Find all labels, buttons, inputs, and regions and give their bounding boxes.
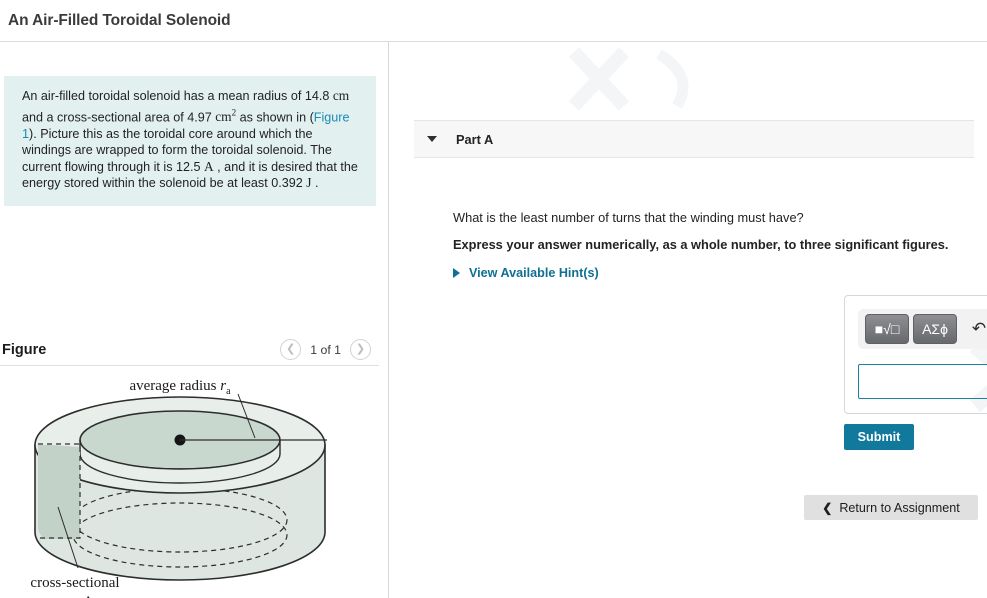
answer-input[interactable]	[858, 364, 987, 399]
return-label: Return to Assignment	[839, 500, 960, 515]
area-annotation-line2: area Aa	[54, 594, 97, 598]
figure-label: Figure	[2, 341, 47, 358]
footer-watermark-graphic	[568, 47, 689, 111]
part-a-header[interactable]: Part A	[414, 120, 974, 158]
question-text: What is the least number of turns that t…	[453, 210, 804, 225]
figure-prev-button[interactable]: ❮	[280, 339, 302, 360]
unit-cm-squared: cm2	[215, 108, 236, 125]
left-panel: An air-filled toroidal solenoid has a me…	[0, 42, 389, 598]
body-columns: An air-filled toroidal solenoid has a me…	[0, 42, 987, 598]
problem-text-2: and a cross-sectional area of 4.97	[22, 110, 216, 125]
caret-down-icon[interactable]	[427, 136, 437, 142]
submit-button[interactable]: Submit	[844, 424, 914, 450]
math-toolbar: ■√□ ΑΣϕ ↶ ↷ ↻ ⌨ ?	[858, 309, 987, 349]
unit-cm2-base: cm	[215, 109, 232, 125]
caret-right-icon	[453, 268, 460, 278]
greek-glyph: ΑΣϕ	[922, 321, 948, 337]
page-title: An Air-Filled Toroidal Solenoid	[8, 11, 231, 29]
toroid-figure: average radius ra cross-sectional area A…	[30, 378, 327, 598]
right-panel: Part A What is the least number of turns…	[389, 42, 987, 598]
answer-entry-box: ■√□ ΑΣϕ ↶ ↷ ↻ ⌨ ?	[844, 295, 987, 414]
problem-text-1: An air-filled toroidal solenoid has a me…	[22, 89, 333, 103]
area-annotation-line1: cross-sectional	[30, 575, 119, 591]
figure-header: Figure ❮ 1 of 1 ❯	[0, 334, 379, 366]
radius-annotation: average radius ra	[129, 378, 231, 397]
figure-next-button[interactable]: ❯	[350, 339, 371, 360]
answer-format-instruction: Express your answer numerically, as a wh…	[453, 237, 949, 252]
chevron-left-icon: ❮	[822, 500, 833, 515]
unit-cm: cm	[332, 88, 350, 103]
template-button[interactable]: ■√□	[865, 314, 909, 344]
toroid-cross-section-fill	[38, 445, 80, 539]
problem-statement: An air-filled toroidal solenoid has a me…	[4, 76, 376, 207]
return-to-assignment-button[interactable]: ❮ Return to Assignment	[804, 495, 978, 520]
view-hints-label: View Available Hint(s)	[469, 266, 599, 280]
template-glyph: ■√□	[874, 321, 900, 337]
problem-text-6: .	[311, 176, 319, 191]
undo-glyph: ↶	[971, 319, 987, 338]
view-hints-link[interactable]: View Available Hint(s)	[453, 266, 599, 280]
undo-icon[interactable]: ↶	[961, 314, 987, 344]
greek-symbols-button[interactable]: ΑΣϕ	[913, 314, 957, 344]
part-a-title: Part A	[456, 131, 494, 147]
problem-text-3: as shown in (	[236, 110, 314, 125]
figure-pager: ❮ 1 of 1 ❯	[280, 339, 371, 360]
page-title-bar: An Air-Filled Toroidal Solenoid	[0, 0, 987, 42]
figure-page-count: 1 of 1	[310, 342, 341, 357]
unit-ampere: A	[204, 158, 214, 174]
